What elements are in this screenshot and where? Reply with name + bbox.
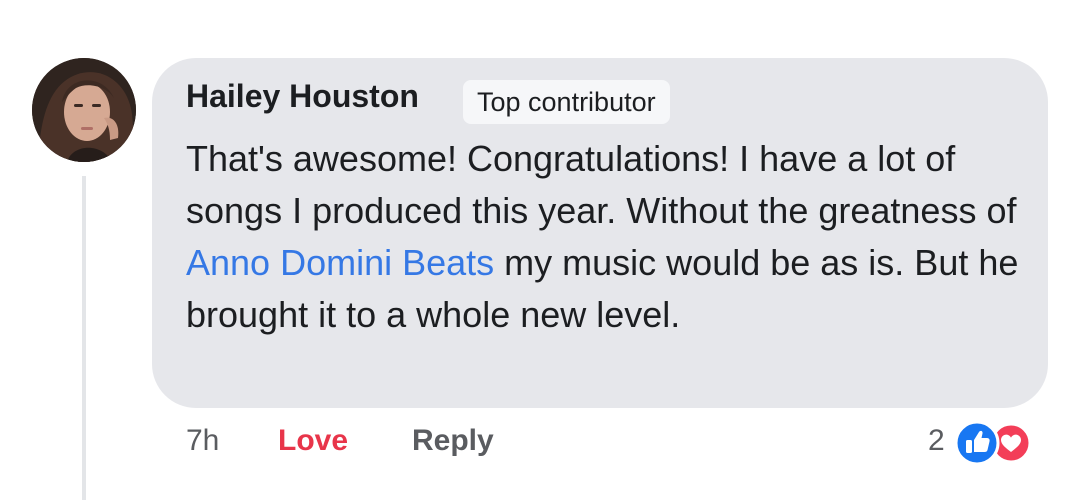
reply-button[interactable]: Reply	[412, 424, 494, 458]
top-contributor-badge[interactable]: Top contributor	[463, 80, 670, 124]
mention-link[interactable]: Anno Domini Beats	[186, 242, 494, 283]
reaction-count: 2	[928, 424, 945, 457]
comment-text: That's awesome! Congratulations! I have …	[186, 133, 1026, 341]
love-reaction-button[interactable]: Love	[278, 424, 348, 458]
like-icon	[954, 420, 1000, 466]
comment-actions: 7h Love Reply 2	[0, 420, 1080, 468]
comment-text-before-mention: That's awesome! Congratulations! I have …	[186, 138, 1017, 231]
comment-bubble: Hailey Houston Top contributor That's aw…	[152, 58, 1048, 408]
comment-author-name[interactable]: Hailey Houston	[186, 78, 419, 115]
reaction-summary[interactable]: 2	[928, 420, 1058, 466]
avatar[interactable]	[32, 58, 136, 162]
comment-timestamp[interactable]: 7h	[186, 424, 219, 458]
avatar-photo	[32, 58, 136, 162]
